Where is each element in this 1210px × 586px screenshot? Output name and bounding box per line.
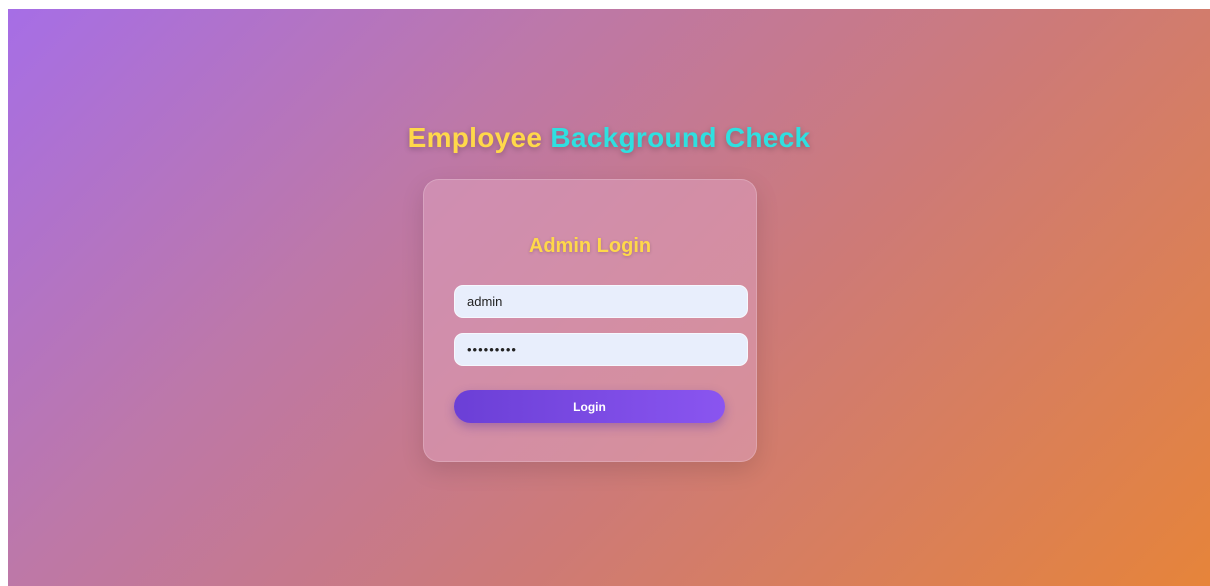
page-title-part2: Background Check [550, 122, 811, 153]
username-input[interactable] [454, 285, 748, 318]
page-background: Employee Background Check Admin Login Lo… [8, 9, 1210, 586]
password-input[interactable] [454, 333, 748, 366]
login-card: Admin Login Login [423, 179, 757, 462]
page-title-part1: Employee [407, 122, 543, 153]
login-card-title: Admin Login [528, 235, 652, 257]
page-title: Employee Background Check [8, 122, 1210, 154]
login-button[interactable]: Login [454, 390, 725, 423]
